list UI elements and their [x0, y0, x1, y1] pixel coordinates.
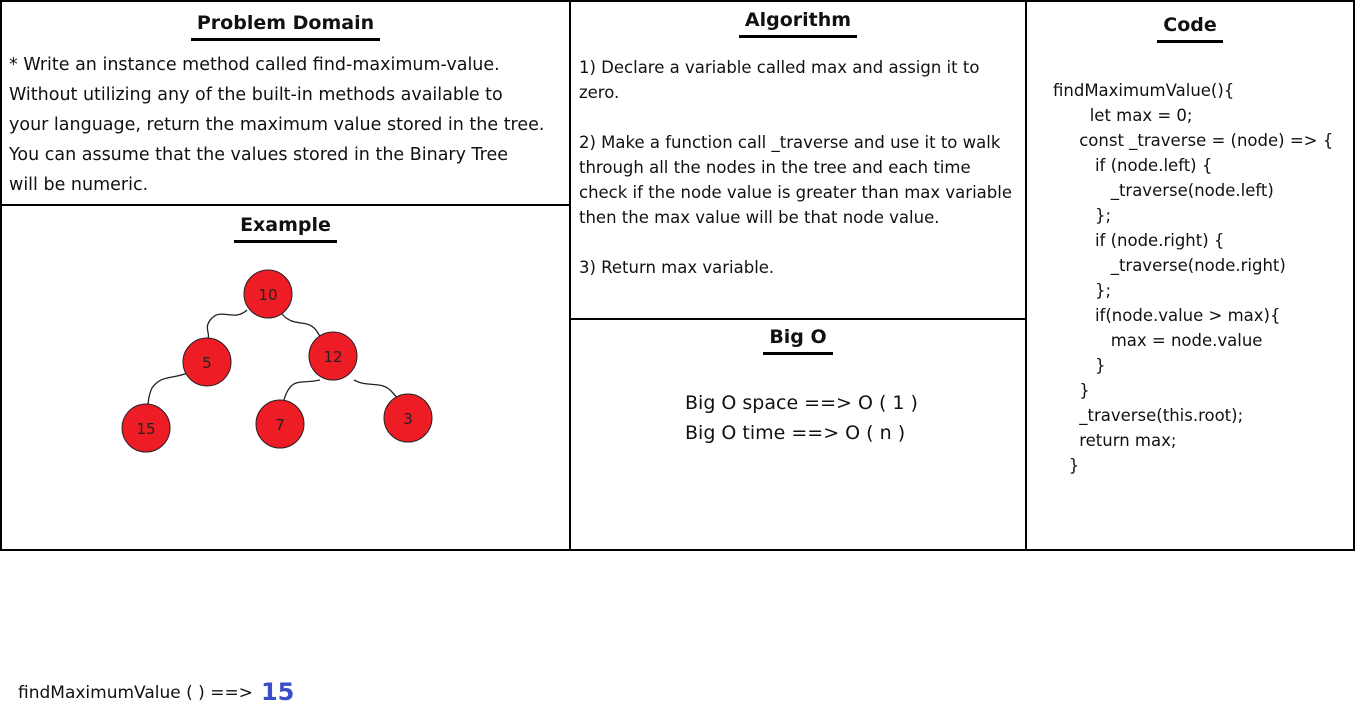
problem-domain-text: * Write an instance method called find-m…: [9, 50, 544, 200]
big-o-heading: Big O: [571, 326, 1025, 355]
svg-text:5: 5: [202, 354, 212, 372]
problem-line: will be numeric.: [9, 175, 149, 195]
tree-node: 3: [383, 393, 433, 443]
algorithm-heading: Algorithm: [571, 9, 1025, 38]
big-o-space: Big O space ==> O ( 1 ): [685, 392, 918, 414]
algorithm-step: 1) Declare a variable called max and ass…: [579, 58, 980, 102]
tree-node: 12: [308, 331, 358, 381]
problem-domain-heading: Problem Domain: [2, 12, 569, 41]
tree-node: 15: [121, 403, 171, 453]
tree-node: 5: [182, 337, 232, 387]
tree-node: 7: [255, 399, 305, 449]
code-heading: Code: [1027, 14, 1353, 43]
algorithm-step: 2) Make a function call _traverse and us…: [579, 133, 1012, 227]
code-block: findMaximumValue(){ let max = 0; const _…: [1053, 81, 1334, 475]
big-o-panel: Big O Big O space ==> O ( 1 ) Big O time…: [569, 318, 1027, 551]
problem-line: * Write an instance method called find-m…: [9, 55, 500, 75]
svg-text:15: 15: [136, 420, 155, 438]
svg-text:3: 3: [403, 410, 413, 428]
example-call: findMaximumValue ( ) ==> 15: [18, 678, 294, 706]
problem-line: your language, return the maximum value …: [9, 115, 545, 135]
tree-edge: [206, 309, 248, 341]
svg-text:10: 10: [258, 286, 277, 304]
call-result: 15: [260, 678, 295, 706]
example-heading: Example: [2, 214, 569, 243]
algorithm-panel: Algorithm 1) Declare a variable called m…: [569, 0, 1027, 320]
problem-domain-panel: Problem Domain * Write an instance metho…: [0, 0, 571, 206]
algorithm-step: 3) Return max variable.: [579, 258, 775, 277]
call-expression: findMaximumValue ( ) ==>: [18, 683, 253, 703]
code-panel: Code findMaximumValue(){ let max = 0; co…: [1025, 0, 1355, 551]
binary-tree-diagram: 10 5 12 15 7 3: [121, 269, 433, 453]
tree-node: 10: [243, 269, 293, 319]
problem-line: Without utilizing any of the built-in me…: [9, 85, 503, 105]
example-panel: Example 10 5 12 15 7 3 findMaximumValue …: [0, 204, 571, 706]
problem-line: You can assume that the values stored in…: [9, 145, 509, 165]
svg-text:7: 7: [275, 416, 285, 434]
big-o-time: Big O time ==> O ( n ): [685, 422, 906, 444]
svg-text:12: 12: [323, 348, 342, 366]
